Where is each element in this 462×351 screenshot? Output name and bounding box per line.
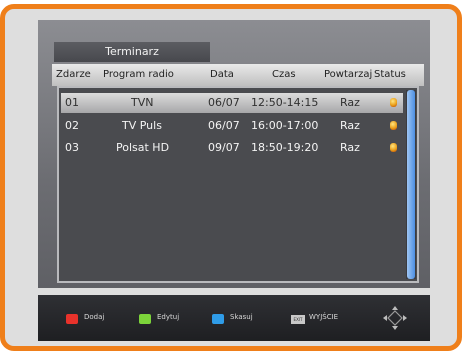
column-header-event: Zdarze: [56, 69, 91, 80]
footer-bar: Dodaj Edytuj Skasuj EXIT WYJŚCIE: [38, 295, 430, 341]
program-name: TVN: [131, 96, 154, 109]
page-title: Terminarz: [54, 42, 210, 62]
schedule-list[interactable]: 01 TVN 06/07 12:50-14:15 Raz 02 TV Puls …: [57, 86, 419, 283]
red-key-icon[interactable]: [66, 314, 78, 324]
add-label[interactable]: Dodaj: [84, 313, 104, 321]
alarm-clock-icon: [390, 121, 397, 130]
green-key-icon[interactable]: [139, 314, 151, 324]
column-header-time: Czas: [272, 69, 296, 80]
scrollbar-thumb[interactable]: [407, 90, 415, 279]
table-header: Zdarze Program radio Data Czas Powtarzaj…: [52, 64, 424, 86]
program-name: Polsat HD: [116, 141, 170, 154]
event-time: 16:00-17:00: [251, 119, 319, 132]
table-row[interactable]: 03 Polsat HD 09/07 18:50-19:20 Raz: [61, 138, 403, 158]
table-row[interactable]: 02 TV Puls 06/07 16:00-17:00 Raz: [61, 116, 403, 136]
column-header-date: Data: [210, 69, 234, 80]
scrollbar[interactable]: [406, 90, 416, 279]
event-repeat: Raz: [340, 141, 360, 154]
event-repeat: Raz: [340, 119, 360, 132]
event-repeat: Raz: [340, 96, 360, 109]
alarm-clock-icon: [390, 143, 397, 152]
navigation-arrows-icon: [383, 306, 407, 330]
event-date: 06/07: [208, 119, 240, 132]
event-date: 09/07: [208, 141, 240, 154]
event-time: 12:50-14:15: [251, 96, 319, 109]
exit-label[interactable]: WYJŚCIE: [309, 313, 338, 321]
table-row[interactable]: 01 TVN 06/07 12:50-14:15 Raz: [61, 93, 403, 113]
column-header-program: Program radio: [103, 69, 174, 80]
program-name: TV Puls: [122, 119, 162, 132]
event-number: 02: [65, 119, 79, 132]
edit-label[interactable]: Edytuj: [157, 313, 179, 321]
event-number: 03: [65, 141, 79, 154]
alarm-clock-icon: [390, 98, 397, 107]
delete-label[interactable]: Skasuj: [230, 313, 253, 321]
event-number: 01: [65, 96, 79, 109]
blue-key-icon[interactable]: [212, 314, 224, 324]
column-header-repeat: Powtarzaj: [324, 69, 373, 80]
event-date: 06/07: [208, 96, 240, 109]
exit-key-icon[interactable]: EXIT: [291, 315, 305, 324]
column-header-status: Status: [374, 69, 406, 80]
event-time: 18:50-19:20: [251, 141, 319, 154]
